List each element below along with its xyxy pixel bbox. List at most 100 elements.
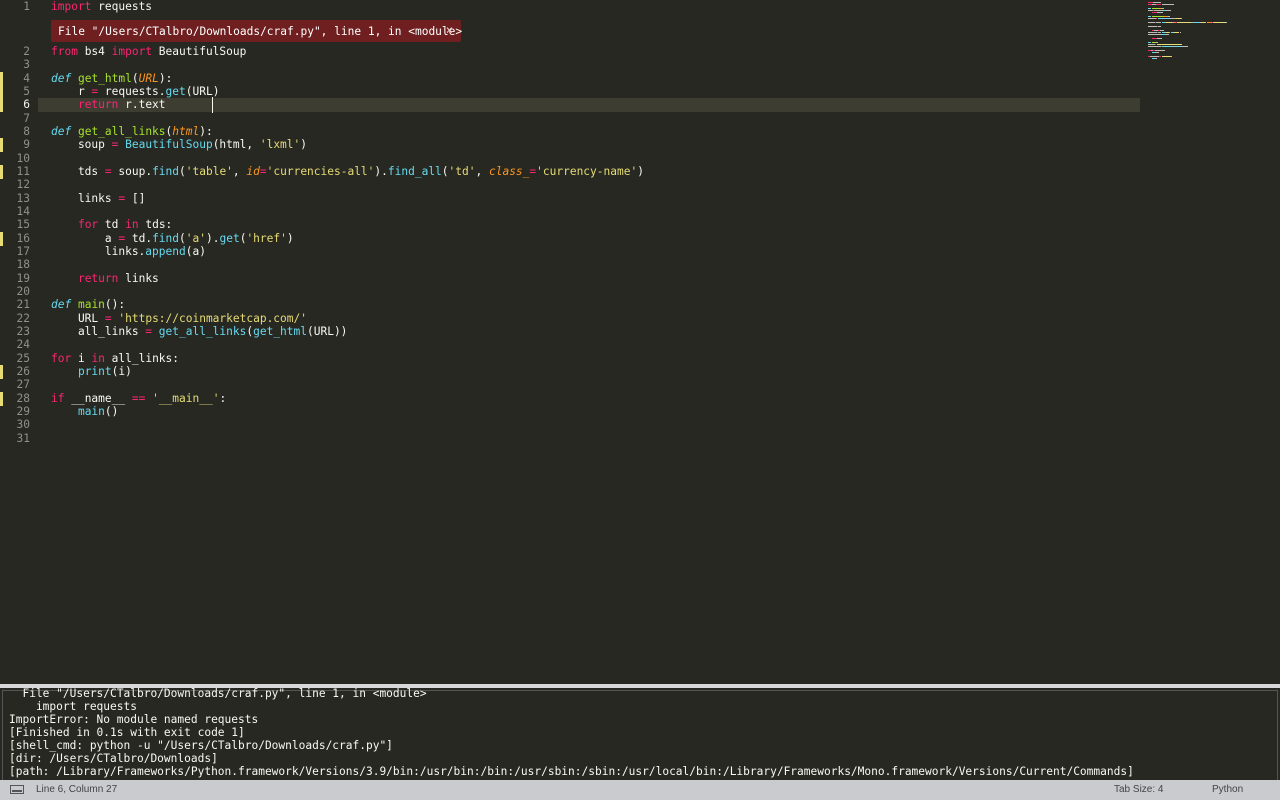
line-number: 24 <box>16 338 30 352</box>
minimap-mark <box>1193 22 1201 23</box>
minimap-mark <box>1157 44 1183 45</box>
minimap-mark <box>1157 12 1164 13</box>
minimap-mark <box>1157 26 1161 27</box>
code-line[interactable]: 15 for td in tds: <box>0 218 1140 232</box>
code-text[interactable]: if __name__ == '__main__': <box>51 392 226 406</box>
code-line[interactable]: 20 <box>0 285 1140 299</box>
code-text[interactable]: def get_all_links(html): <box>51 125 213 139</box>
code-line[interactable]: 4 def get_html(URL): <box>0 71 1140 86</box>
code-text[interactable]: all_links = get_all_links(get_html(URL)) <box>51 325 347 339</box>
minimap-mark <box>1148 16 1151 17</box>
code-line[interactable]: 25 for i in all_links: <box>0 352 1140 366</box>
code-text[interactable]: main() <box>51 405 118 419</box>
code-text[interactable]: def get_html(URL): <box>51 72 172 86</box>
error-phantom-message: File "/Users/CTalbro/Downloads/craf.py",… <box>58 24 463 38</box>
code-line[interactable]: 18 <box>0 258 1140 272</box>
line-number: 19 <box>16 271 30 285</box>
code-text[interactable]: links.append(a) <box>51 245 206 259</box>
minimap[interactable] <box>1144 0 1280 120</box>
code-text[interactable]: tds = soup.find('table', id='currencies-… <box>51 165 644 179</box>
code-line[interactable]: 11 tds = soup.find('table', id='currenci… <box>0 164 1140 179</box>
code-text[interactable]: for i in all_links: <box>51 352 179 366</box>
code-line[interactable]: 27 <box>0 378 1140 392</box>
code-line[interactable]: 28 if __name__ == '__main__': <box>0 391 1140 406</box>
line-number: 18 <box>16 258 30 272</box>
line-number: 11 <box>16 164 30 178</box>
output-line: [shell_cmd: python -u "/Users/CTalbro/Do… <box>9 739 393 752</box>
code-line[interactable]: 22 URL = 'https://coinmarketcap.com/' <box>0 312 1140 326</box>
minimap-mark <box>1161 4 1175 5</box>
minimap-mark <box>1166 10 1171 11</box>
minimap-mark <box>1226 22 1228 23</box>
code-line[interactable]: 30 <box>0 418 1140 432</box>
code-line[interactable]: 23 all_links = get_all_links(get_html(UR… <box>0 325 1140 339</box>
line-number: 26 <box>16 364 30 378</box>
code-line[interactable]: 21 def main(): <box>0 298 1140 312</box>
line-number: 1 <box>23 0 30 13</box>
line-number: 13 <box>16 191 30 205</box>
code-line[interactable]: 19 return links <box>0 272 1140 286</box>
code-text[interactable]: for td in tds: <box>51 218 172 232</box>
line-number: 3 <box>23 58 30 72</box>
editor-area[interactable]: 1 import requests 2 from bs4 import Beautif… <box>0 0 1280 684</box>
line-number: 20 <box>16 284 30 298</box>
code-line[interactable]: 12 <box>0 178 1140 192</box>
code-line[interactable]: 5 r = requests.get(URL) <box>0 84 1140 99</box>
code-line[interactable]: 10 <box>0 152 1140 166</box>
code-line[interactable]: 9 soup = BeautifulSoup(html, 'lxml') <box>0 138 1140 153</box>
code-line[interactable]: 17 links.append(a) <box>0 245 1140 259</box>
code-line[interactable]: 13 links = [] <box>0 192 1140 206</box>
build-output-panel[interactable]: File "/Users/CTalbro/Downloads/craf.py",… <box>0 684 1280 780</box>
code-text[interactable]: return r.text <box>51 98 166 112</box>
code-line[interactable]: 1 import requests <box>0 0 1140 14</box>
line-number: 28 <box>16 391 30 405</box>
code-text[interactable]: links = [] <box>51 192 145 206</box>
minimap-mark <box>1148 42 1151 43</box>
line-number: 4 <box>23 71 30 85</box>
code-text[interactable]: r = requests.get(URL) <box>51 85 220 99</box>
code-line[interactable]: 2 from bs4 import BeautifulSoup <box>0 45 1140 59</box>
line-number: 8 <box>23 124 30 138</box>
code-line[interactable]: 31 <box>0 432 1140 446</box>
tab-size-selector[interactable]: Tab Size: 4 <box>1114 784 1163 795</box>
close-icon[interactable]: × <box>446 23 453 37</box>
code-text[interactable]: def main(): <box>51 298 125 312</box>
code-line[interactable]: 14 <box>0 205 1140 219</box>
panel-toggle-icon[interactable] <box>10 785 24 794</box>
minimap-mark <box>1148 44 1156 45</box>
minimap-mark <box>1159 30 1165 31</box>
code-line[interactable]: 16 a = td.find('a').get('href') <box>0 231 1140 246</box>
code-line[interactable]: 29 main() <box>0 405 1140 419</box>
line-number: 21 <box>16 298 30 312</box>
minimap-mark <box>1148 32 1157 33</box>
code-text[interactable]: return links <box>51 272 159 286</box>
syntax-selector[interactable]: Python <box>1212 784 1243 795</box>
output-line: ImportError: No module named requests <box>9 713 259 726</box>
minimap-mark <box>1175 46 1183 47</box>
code-text[interactable]: a = td.find('a').get('href') <box>51 232 294 246</box>
minimap-mark <box>1182 46 1188 47</box>
minimap-mark <box>1149 56 1159 57</box>
code-line[interactable]: 3 <box>0 58 1140 72</box>
code-line[interactable]: 24 <box>0 338 1140 352</box>
code-text[interactable]: print(i) <box>51 365 132 379</box>
line-number: 27 <box>16 378 30 392</box>
text-caret <box>212 97 213 113</box>
minimap-mark <box>1155 58 1157 59</box>
code-line[interactable]: 26 print(i) <box>0 364 1140 379</box>
output-line: [dir: /Users/CTalbro/Downloads] <box>9 752 218 765</box>
code-text[interactable]: soup = BeautifulSoup(html, 'lxml') <box>51 138 307 152</box>
code-line[interactable]: 6 return r.text <box>0 98 1140 113</box>
code-text[interactable]: import requests <box>51 0 152 14</box>
line-number: 12 <box>16 178 30 192</box>
code-line[interactable]: 8 def get_all_links(html): <box>0 125 1140 139</box>
line-number: 25 <box>16 351 30 365</box>
minimap-mark <box>1162 46 1175 47</box>
output-line: import requests <box>9 700 137 713</box>
code-text[interactable]: from bs4 import BeautifulSoup <box>51 45 246 59</box>
line-number: 31 <box>16 431 30 445</box>
minimap-mark <box>1148 46 1161 47</box>
code-line[interactable]: 7 <box>0 112 1140 126</box>
line-number: 16 <box>16 231 30 245</box>
code-text[interactable]: URL = 'https://coinmarketcap.com/' <box>51 312 307 326</box>
